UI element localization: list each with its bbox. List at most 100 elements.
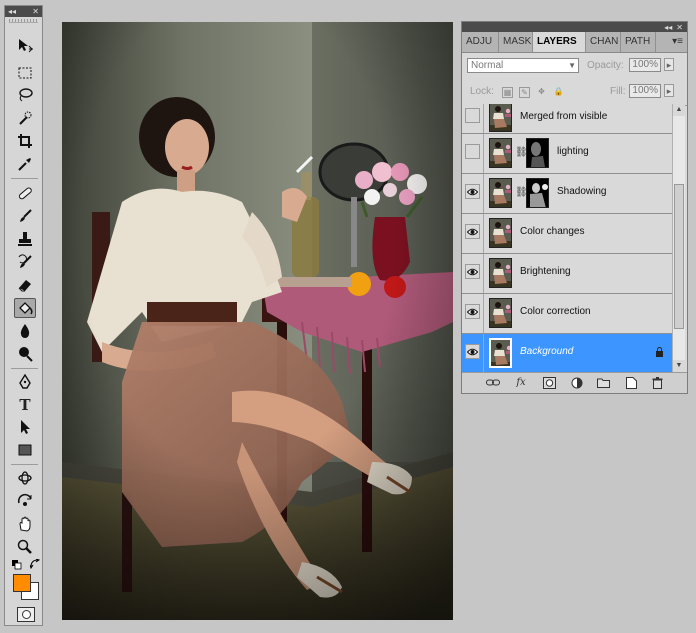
layer-row[interactable]: Color correction (462, 294, 672, 334)
eraser-icon[interactable] (14, 275, 36, 295)
zoom-icon[interactable] (14, 537, 36, 557)
close-icon[interactable]: ✕ (32, 7, 39, 16)
brush-icon[interactable] (14, 206, 36, 226)
fill-slider-arrow-icon[interactable]: ▸ (664, 84, 674, 97)
new-group-icon[interactable] (596, 376, 610, 389)
3d-rotate-icon[interactable] (14, 468, 36, 488)
new-layer-icon[interactable] (624, 376, 638, 389)
eye-icon[interactable] (465, 224, 480, 239)
add-mask-icon[interactable] (542, 376, 556, 389)
rectangle-icon[interactable] (14, 440, 36, 460)
opacity-slider-arrow-icon[interactable]: ▸ (664, 58, 674, 71)
tool-separator (11, 464, 38, 465)
lock-transparency-icon[interactable]: ▦ (502, 87, 513, 98)
fill-field[interactable]: 100% (629, 84, 661, 98)
chevron-down-icon: ▼ (568, 61, 576, 70)
tab-channels[interactable]: CHAN (586, 32, 621, 52)
layer-list: Merged from visible ⛓ lighting ⛓ Shadowi… (462, 104, 672, 372)
link-layers-icon[interactable] (486, 376, 500, 389)
lock-position-icon[interactable]: ✥ (536, 87, 547, 98)
layer-row[interactable]: Color changes (462, 214, 672, 254)
layer-row[interactable]: ⛓ Shadowing (462, 174, 672, 214)
scroll-down-icon[interactable]: ▼ (673, 360, 685, 372)
path-selection-icon[interactable] (14, 417, 36, 437)
type-glyph: T (19, 396, 31, 414)
layer-row[interactable]: Merged from visible (462, 104, 672, 134)
layer-name[interactable]: lighting (557, 146, 589, 157)
adjustment-layer-icon[interactable] (570, 376, 584, 389)
collapse-icon[interactable]: ◂◂ (8, 7, 16, 16)
layer-name[interactable]: Color correction (520, 306, 591, 317)
type-icon[interactable]: T (14, 395, 36, 415)
history-brush-icon[interactable] (14, 252, 36, 272)
quick-selection-icon[interactable] (14, 108, 36, 128)
eye-icon[interactable] (465, 264, 480, 279)
close-icon[interactable]: ✕ (676, 23, 683, 32)
paint-bucket-icon[interactable] (14, 298, 36, 318)
move-icon[interactable] (14, 36, 36, 56)
tab-layers[interactable]: LAYERS (533, 32, 586, 52)
blend-mode-select[interactable]: Normal ▼ (467, 58, 579, 73)
layers-titlebar: ◂◂ ✕ (462, 22, 687, 32)
dodge-icon[interactable] (14, 344, 36, 364)
default-colors-icon[interactable] (12, 560, 22, 570)
lasso-icon[interactable] (14, 85, 36, 105)
layer-row[interactable]: Background (462, 334, 672, 372)
blend-mode-value: Normal (471, 60, 504, 71)
layer-name[interactable]: Merged from visible (520, 111, 607, 122)
foreground-color-swatch[interactable] (13, 574, 31, 592)
3d-orbit-icon[interactable] (14, 491, 36, 511)
spot-healing-icon[interactable] (14, 183, 36, 203)
hand-icon[interactable] (14, 514, 36, 534)
panel-tabs: ADJU MASK LAYERS CHAN PATH ▾≡ (462, 32, 687, 53)
tab-adjustments[interactable]: ADJU (462, 32, 499, 52)
scrollbar-thumb[interactable] (674, 184, 684, 329)
layers-scrollbar[interactable]: ▲ ▼ (672, 104, 685, 372)
lock-all-icon[interactable]: 🔒 (553, 87, 564, 98)
layer-mask-thumbnail[interactable] (526, 138, 549, 168)
layer-name[interactable]: Brightening (520, 266, 571, 277)
layers-panel: ◂◂ ✕ ADJU MASK LAYERS CHAN PATH ▾≡ Norma… (461, 21, 688, 394)
canvas-photo-image (62, 22, 453, 620)
tool-separator (11, 178, 38, 179)
opacity-field[interactable]: 100% (629, 58, 661, 72)
pen-icon[interactable] (14, 372, 36, 392)
layer-thumbnail (489, 258, 512, 288)
tab-masks[interactable]: MASK (499, 32, 533, 52)
collapse-icon[interactable]: ◂◂ (664, 23, 672, 32)
layer-row[interactable]: Brightening (462, 254, 672, 294)
layer-mask-thumbnail[interactable] (526, 178, 549, 208)
layers-footer: fx (462, 372, 687, 393)
tab-paths[interactable]: PATH (621, 32, 656, 52)
lock-image-icon[interactable]: ✎ (519, 87, 530, 98)
eye-icon[interactable] (465, 184, 480, 199)
opacity-label: Opacity: (587, 60, 624, 71)
quick-mask-icon[interactable] (17, 607, 35, 622)
layer-name[interactable]: Shadowing (557, 186, 606, 197)
layer-thumbnail (489, 218, 512, 248)
swap-colors-icon[interactable] (29, 558, 41, 570)
marquee-icon[interactable] (14, 63, 36, 83)
clone-stamp-icon[interactable] (14, 229, 36, 249)
trash-icon[interactable] (650, 376, 664, 389)
eye-icon[interactable] (465, 304, 480, 319)
layer-thumbnail (489, 178, 512, 208)
crop-icon[interactable] (14, 131, 36, 151)
layer-name[interactable]: Background (520, 346, 573, 357)
fx-icon[interactable]: fx (514, 376, 528, 389)
document-canvas[interactable] (62, 22, 453, 620)
eyedropper-icon[interactable] (14, 154, 36, 174)
tools-panel: ◂◂ ✕ T (4, 5, 43, 626)
panel-grip[interactable] (9, 19, 38, 23)
layer-name[interactable]: Color changes (520, 226, 584, 237)
panel-menu-icon[interactable]: ▾≡ (672, 32, 683, 52)
fill-label: Fill: (610, 86, 626, 97)
visibility-toggle[interactable] (465, 144, 480, 159)
blur-icon[interactable] (14, 321, 36, 341)
visibility-toggle[interactable] (465, 108, 480, 123)
layer-row[interactable]: ⛓ lighting (462, 134, 672, 174)
layer-thumbnail (489, 298, 512, 328)
layer-lock-icon (655, 347, 664, 360)
scroll-up-icon[interactable]: ▲ (673, 104, 685, 116)
eye-icon[interactable] (465, 344, 480, 359)
